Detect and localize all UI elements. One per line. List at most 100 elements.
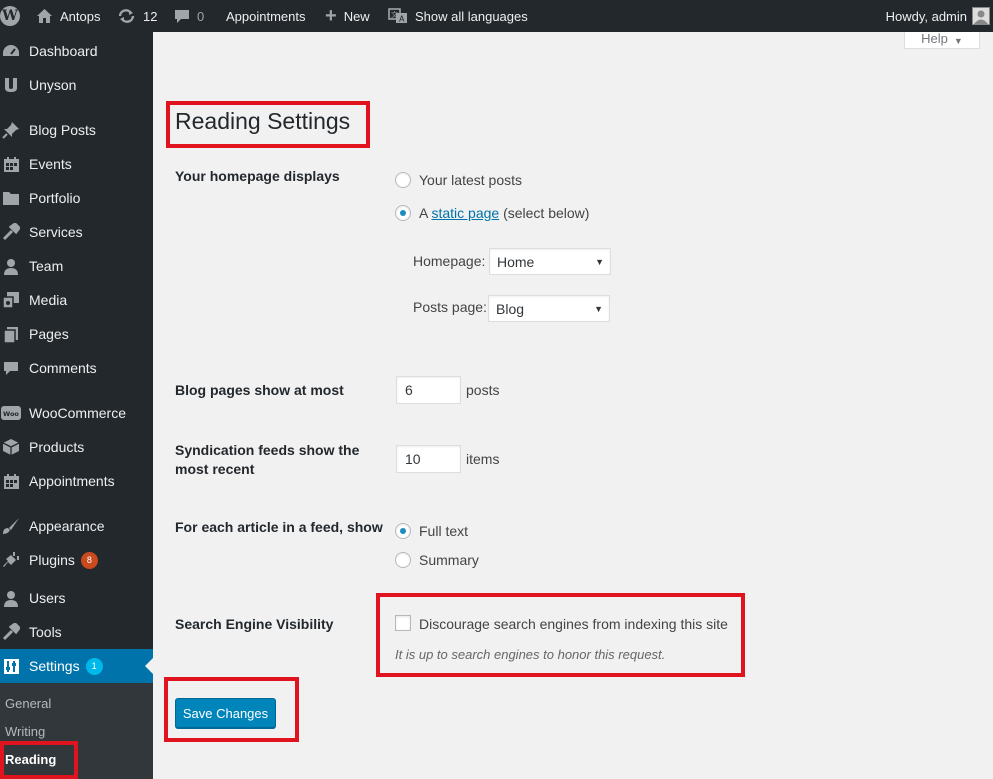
admin-bar: W Antops 12 0 Appointments + New 文A Show…: [0, 0, 993, 32]
static-page-link[interactable]: static page: [431, 205, 499, 221]
sidebar-item-label: Comments: [29, 360, 97, 376]
sidebar-item-plugins[interactable]: Plugins 8: [0, 543, 153, 577]
sidebar-item-label: Dashboard: [29, 43, 98, 59]
translate-icon: 文A: [388, 8, 408, 24]
highlight-box-title: [166, 101, 370, 148]
sidebar-item-appointments[interactable]: Appointments: [0, 464, 153, 498]
caret-down-icon: ▼: [953, 36, 963, 46]
sidebar-item-label: Events: [29, 156, 72, 172]
plugins-update-badge: 8: [80, 551, 98, 569]
cube-icon: [1, 437, 21, 457]
homepage-displays-label: Your homepage displays: [175, 168, 340, 184]
languages-label: Show all languages: [415, 8, 528, 24]
blog-pages-label: Blog pages show at most: [175, 382, 344, 398]
comments-link[interactable]: 0: [174, 0, 204, 32]
sidebar-item-woocommerce[interactable]: Woo WooCommerce: [0, 396, 153, 430]
latest-posts-label[interactable]: Your latest posts: [419, 172, 522, 188]
wrench-icon: [1, 622, 21, 642]
radio-latest-posts[interactable]: [395, 172, 411, 188]
pages-icon: [1, 324, 21, 344]
search-visibility-label: Search Engine Visibility: [175, 616, 334, 632]
radio-static-page[interactable]: [395, 205, 411, 221]
unyson-icon: [1, 75, 21, 95]
languages-link[interactable]: 文A Show all languages: [388, 0, 528, 32]
sidebar-item-label: Pages: [29, 326, 69, 342]
home-icon: [36, 8, 53, 24]
my-account-link[interactable]: Howdy, admin: [886, 0, 967, 32]
plug-icon: [1, 550, 21, 570]
comments-count: 0: [197, 8, 205, 24]
help-tab[interactable]: Help ▼: [904, 31, 980, 49]
highlight-box-save: [164, 677, 299, 742]
wrench-icon: [1, 222, 21, 242]
radio-full-text[interactable]: [395, 523, 411, 539]
admin-sidebar: Dashboard Unyson Blog Posts Events Portf…: [0, 32, 153, 779]
new-label: New: [343, 8, 370, 24]
sidebar-item-services[interactable]: Services: [0, 215, 153, 249]
svg-text:文: 文: [391, 10, 398, 19]
sidebar-item-media[interactable]: Media: [0, 283, 153, 317]
brush-icon: [1, 516, 21, 536]
homepage-select[interactable]: Home ▼: [489, 248, 611, 275]
updates-icon: [117, 8, 136, 24]
appointments-link[interactable]: Appointments: [226, 0, 306, 32]
sidebar-item-settings[interactable]: Settings 1: [0, 649, 153, 683]
posts-page-select-value: Blog: [496, 300, 525, 317]
posts-page-select-label: Posts page:: [413, 299, 487, 315]
appointments-label: Appointments: [226, 8, 306, 24]
sidebar-item-comments[interactable]: Comments: [0, 351, 153, 385]
highlight-box-search-visibility: [376, 593, 745, 677]
user-avatar-icon: [974, 10, 988, 24]
calendar-icon: [1, 471, 21, 491]
sidebar-item-appearance[interactable]: Appearance: [0, 509, 153, 543]
sidebar-item-unyson[interactable]: Unyson: [0, 68, 153, 102]
pin-icon: [1, 120, 21, 140]
posts-per-rss-input[interactable]: 10: [396, 445, 461, 473]
radio-summary[interactable]: [395, 552, 411, 568]
posts-per-page-input[interactable]: 6: [396, 376, 461, 404]
sidebar-item-label: Services: [29, 224, 83, 240]
sidebar-item-events[interactable]: Events: [0, 147, 153, 181]
sidebar-item-label: Plugins: [29, 552, 75, 568]
static-page-option[interactable]: A static page (select below): [419, 205, 589, 221]
sidebar-item-label: Portfolio: [29, 190, 81, 206]
new-content-link[interactable]: + New: [325, 0, 370, 32]
sidebar-item-portfolio[interactable]: Portfolio: [0, 181, 153, 215]
sidebar-item-label: Media: [29, 292, 68, 308]
wp-logo-menu[interactable]: W: [0, 0, 20, 32]
current-menu-arrow: [145, 658, 153, 674]
sidebar-item-products[interactable]: Products: [0, 430, 153, 464]
full-text-label[interactable]: Full text: [419, 523, 468, 539]
avatar[interactable]: [972, 7, 990, 25]
sidebar-item-dashboard[interactable]: Dashboard: [0, 34, 153, 68]
sidebar-item-pages[interactable]: Pages: [0, 317, 153, 351]
static-page-prefix: A: [419, 205, 428, 221]
posts-unit-label: posts: [466, 382, 500, 398]
homepage-select-label: Homepage:: [413, 253, 486, 269]
sidebar-item-team[interactable]: Team: [0, 249, 153, 283]
summary-label[interactable]: Summary: [419, 552, 479, 568]
caret-down-icon: ▼: [595, 257, 604, 267]
sidebar-item-label: Blog Posts: [29, 122, 96, 138]
site-name-link[interactable]: Antops: [36, 0, 100, 32]
settings-icon: [1, 656, 21, 676]
sidebar-item-label: Appearance: [29, 518, 105, 534]
sidebar-item-users[interactable]: Users: [0, 581, 153, 615]
dashboard-icon: [1, 41, 21, 61]
items-unit-label: items: [466, 451, 500, 467]
sidebar-item-tools[interactable]: Tools: [0, 615, 153, 649]
comment-icon: [1, 358, 21, 378]
sidebar-item-label: Products: [29, 439, 85, 455]
sidebar-item-label: Appointments: [29, 473, 115, 489]
submenu-item-writing[interactable]: Writing: [5, 724, 45, 739]
help-label: Help: [921, 31, 948, 46]
posts-page-select[interactable]: Blog ▼: [488, 295, 610, 322]
sidebar-item-label: Team: [29, 258, 64, 274]
sidebar-item-blog-posts[interactable]: Blog Posts: [0, 113, 153, 147]
updates-link[interactable]: 12: [117, 0, 157, 32]
media-icon: [1, 290, 21, 310]
svg-text:A: A: [399, 15, 405, 24]
howdy-label: Howdy, admin: [885, 8, 967, 24]
submenu-item-general[interactable]: General: [5, 696, 51, 711]
sidebar-item-label: Settings: [29, 658, 80, 674]
